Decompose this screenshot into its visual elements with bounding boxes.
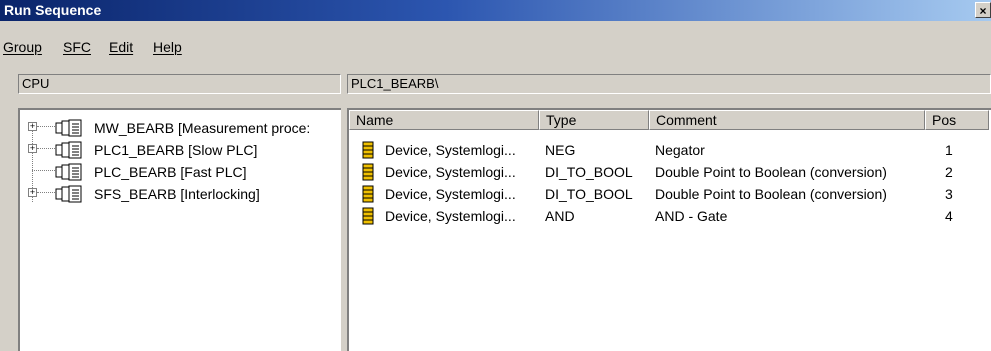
function-block-icon bbox=[362, 163, 374, 184]
tree-item-label: PLC1_BEARB [Slow PLC] bbox=[94, 142, 258, 158]
tree-item-label: SFS_BEARB [Interlocking] bbox=[94, 186, 260, 202]
program-block-icon bbox=[55, 185, 85, 206]
right-panel-header: PLC1_BEARB\ bbox=[347, 74, 991, 94]
cell-comment: Double Point to Boolean (conversion) bbox=[655, 186, 887, 202]
column-header-name[interactable]: Name bbox=[349, 110, 539, 130]
function-block-icon bbox=[362, 207, 374, 228]
cell-comment: Negator bbox=[655, 142, 705, 158]
window-title: Run Sequence bbox=[4, 2, 102, 18]
cell-type: AND bbox=[545, 208, 575, 224]
column-header-type[interactable]: Type bbox=[539, 110, 649, 130]
cell-pos: 1 bbox=[945, 142, 953, 158]
expand-icon[interactable]: + bbox=[28, 144, 37, 153]
cell-name: Device, Systemlogi... bbox=[385, 164, 516, 180]
tree-branch-line bbox=[37, 148, 55, 149]
menu-group[interactable]: Group bbox=[3, 39, 42, 55]
expand-icon[interactable]: + bbox=[28, 188, 37, 197]
function-block-icon bbox=[362, 185, 374, 206]
tree-item[interactable]: PLC_BEARB [Fast PLC] bbox=[20, 162, 340, 182]
cell-comment: AND - Gate bbox=[655, 208, 728, 224]
tree-branch-line bbox=[32, 170, 55, 171]
menu-edit[interactable]: Edit bbox=[109, 39, 133, 55]
menu-sfc[interactable]: SFC bbox=[63, 39, 91, 55]
sequence-list[interactable]: Name Type Comment Pos Device, Systemlogi… bbox=[347, 108, 991, 351]
menu-sfc-label: SFC bbox=[63, 39, 91, 55]
tree-branch-line bbox=[37, 192, 55, 193]
menu-help-label: Help bbox=[153, 39, 182, 55]
cell-pos: 3 bbox=[945, 186, 953, 202]
cell-comment: Double Point to Boolean (conversion) bbox=[655, 164, 887, 180]
expand-icon[interactable]: + bbox=[28, 122, 37, 131]
cell-name: Device, Systemlogi... bbox=[385, 186, 516, 202]
function-block-icon bbox=[362, 141, 374, 162]
table-row[interactable]: Device, Systemlogi... DI_TO_BOOL Double … bbox=[349, 183, 989, 205]
cell-name: Device, Systemlogi... bbox=[385, 142, 516, 158]
cell-type: DI_TO_BOOL bbox=[545, 164, 633, 180]
tree-item[interactable]: + PLC1_BEARB [Slow PLC] bbox=[20, 140, 340, 160]
cell-type: DI_TO_BOOL bbox=[545, 186, 633, 202]
tree-item[interactable]: + SFS_BEARB [Interlocking] bbox=[20, 184, 340, 204]
cell-pos: 4 bbox=[945, 208, 953, 224]
menu-bar: Group SFC Edit Help bbox=[0, 22, 991, 55]
left-panel-header: CPU bbox=[18, 74, 341, 94]
menu-group-label: Group bbox=[3, 39, 42, 55]
cell-type: NEG bbox=[545, 142, 576, 158]
title-bar: Run Sequence × bbox=[0, 0, 991, 21]
close-button[interactable]: × bbox=[975, 2, 991, 18]
menu-help[interactable]: Help bbox=[153, 39, 182, 55]
cell-pos: 2 bbox=[945, 164, 953, 180]
tree-item-label: PLC_BEARB [Fast PLC] bbox=[94, 164, 247, 180]
table-row[interactable]: Device, Systemlogi... DI_TO_BOOL Double … bbox=[349, 161, 989, 183]
column-header-pos[interactable]: Pos bbox=[925, 110, 989, 130]
menu-edit-label: Edit bbox=[109, 39, 134, 55]
column-header-comment[interactable]: Comment bbox=[649, 110, 925, 130]
table-row[interactable]: Device, Systemlogi... AND AND - Gate 4 bbox=[349, 205, 989, 227]
program-block-icon bbox=[55, 119, 85, 140]
cell-name: Device, Systemlogi... bbox=[385, 208, 516, 224]
program-block-icon bbox=[55, 141, 85, 162]
tree-item-label: MW_BEARB [Measurement proce: bbox=[94, 120, 311, 136]
tree-item[interactable]: + MW_BEARB [Measurement proce: bbox=[20, 118, 340, 138]
tree-view[interactable]: + MW_BEARB [Measurement proce: + PLC1_BE… bbox=[18, 108, 341, 351]
program-block-icon bbox=[55, 163, 85, 184]
tree-branch-line bbox=[37, 126, 55, 127]
table-row[interactable]: Device, Systemlogi... NEG Negator 1 bbox=[349, 139, 989, 161]
